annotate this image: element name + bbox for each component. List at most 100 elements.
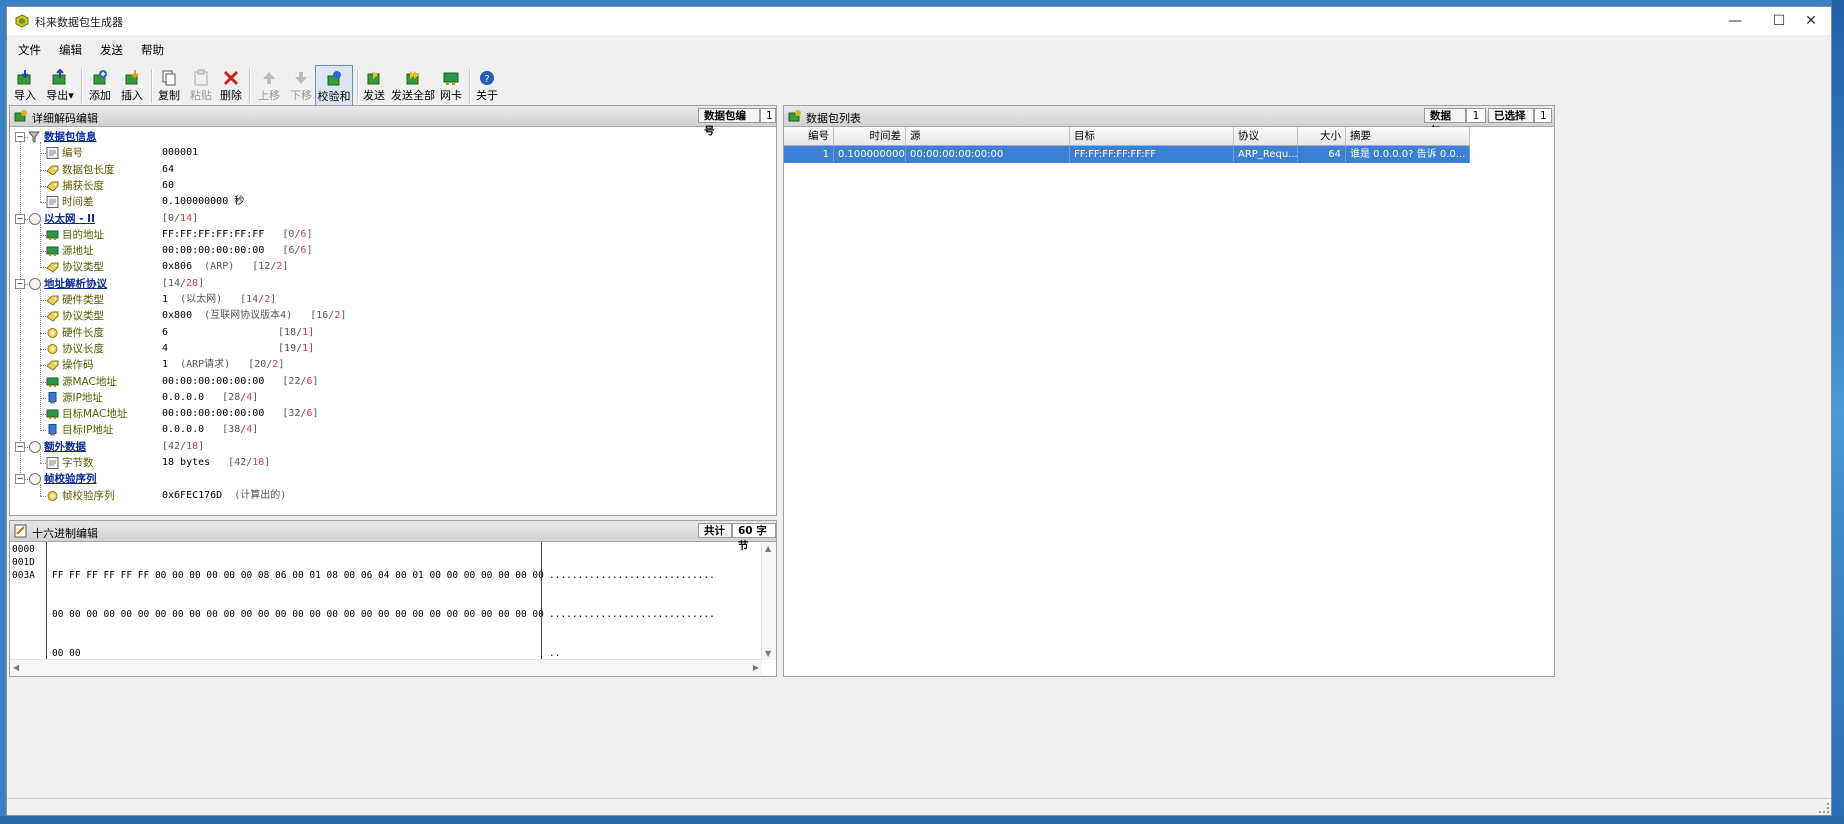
title-bar: 科来数据包生成器 — ☐ ✕ <box>7 7 1831 35</box>
resize-grip-icon[interactable] <box>1819 803 1829 813</box>
scroll-down-icon[interactable]: ▼ <box>765 649 771 658</box>
field-value[interactable]: 0.0.0.0 <box>162 392 204 403</box>
field-value[interactable]: 00:00:00:00:00:00 <box>162 408 264 419</box>
scroll-right-icon[interactable]: ▶ <box>753 663 759 672</box>
column-header-no[interactable]: 编号 <box>784 127 834 145</box>
tree-field-smac[interactable]: 源MAC地址 00:00:00:00:00:00 [22/6] <box>10 374 776 390</box>
column-header-size[interactable]: 大小 <box>1298 127 1346 145</box>
send-all-button[interactable]: 发送全部 <box>391 65 435 107</box>
field-value[interactable]: 0x800 <box>162 310 192 321</box>
menu-send[interactable]: 发送 <box>91 39 132 58</box>
field-value[interactable]: 00:00:00:00:00:00 <box>162 376 264 387</box>
menu-help[interactable]: 帮助 <box>132 39 173 58</box>
column-header-protocol[interactable]: 协议 <box>1234 127 1298 145</box>
tree-field-ethtype[interactable]: 协议类型 0x806 (ARP) [12/2] <box>10 259 776 275</box>
scroll-up-icon[interactable]: ▲ <box>765 544 771 553</box>
hex-view[interactable]: 0000 001D 003A FF FF FF FF FF FF 00 00 0… <box>10 542 776 676</box>
field-value[interactable]: 1 <box>162 359 168 370</box>
hex-horizontal-scrollbar[interactable]: ◀ ▶ <box>10 659 762 676</box>
ascii-row[interactable]: ............................. <box>549 569 715 582</box>
paste-button[interactable]: 粘贴 <box>189 65 213 107</box>
table-row[interactable]: 1 0.100000000 00:00:00:00:00:00 FF:FF:FF… <box>784 146 1470 163</box>
tree-field-plen[interactable]: 协议长度 4 [19/1] <box>10 341 776 357</box>
tree-field-tmac[interactable]: 目标MAC地址 00:00:00:00:00:00 [32/6] <box>10 406 776 422</box>
field-value[interactable]: 0.0.0.0 <box>162 424 204 435</box>
tree-field-op[interactable]: 操作码 1 (ARP请求) [20/2] <box>10 357 776 373</box>
field-value[interactable]: 6 <box>162 327 168 338</box>
hex-vertical-scrollbar[interactable]: ▲ ▼ <box>761 542 776 660</box>
move-up-button[interactable]: 上移 <box>255 65 283 107</box>
tree-field-src[interactable]: 源地址 00:00:00:00:00:00 [6/6] <box>10 243 776 259</box>
field-value[interactable]: 0x806 <box>162 261 192 272</box>
hex-offset: 0000 <box>12 544 35 555</box>
tree-field-hwtype[interactable]: 硬件类型 1 (以太网) [14/2] <box>10 292 776 308</box>
ascii-row[interactable]: ............................. <box>549 608 715 621</box>
add-button[interactable]: 添加 <box>87 65 113 107</box>
checksum-button[interactable]: 校验和 <box>315 65 353 107</box>
export-button[interactable]: 导出▾ <box>45 65 75 107</box>
insert-button[interactable]: 插入 <box>119 65 145 107</box>
field-value[interactable]: 0.100000000 秒 <box>162 196 244 207</box>
collapse-icon[interactable]: − <box>15 441 25 452</box>
hex-bytes[interactable]: FF FF FF FF FF FF 00 00 00 00 00 00 08 0… <box>52 543 544 676</box>
close-button[interactable]: ✕ <box>1789 7 1831 35</box>
decode-tree: − 数据包信息编号 000001 数据包长度 64 捕获长度 60 时间差 0.10000000… <box>10 127 776 515</box>
menu-edit[interactable]: 编辑 <box>50 39 91 58</box>
tree-field-no[interactable]: 编号 000001 <box>10 145 776 161</box>
field-value[interactable]: 00:00:00:00:00:00 <box>162 245 264 256</box>
tree-field-fcsval[interactable]: 帧校验序列 0x6FEC176D (计算出的) <box>10 488 776 504</box>
column-header-summary[interactable]: 摘要 <box>1346 127 1470 145</box>
tree-field-bytes[interactable]: 字节数 18 bytes [42/18] <box>10 455 776 471</box>
packets-count-label: 数据包 <box>1424 108 1466 137</box>
cell-summary: 谁是 0.0.0.0? 告诉 0.0... <box>1346 146 1470 163</box>
collapse-icon[interactable]: − <box>15 132 25 142</box>
field-value[interactable]: 4 <box>162 343 168 354</box>
collapse-icon[interactable]: − <box>15 474 25 485</box>
tree-field-sip[interactable]: 源IP地址 0.0.0.0 [28/4] <box>10 390 776 406</box>
field-range: [16/2] <box>310 310 347 322</box>
tree-field-ptype[interactable]: 协议类型 0x800 (互联网协议版本4) [16/2] <box>10 308 776 324</box>
tree-section-pktinfo[interactable]: − 数据包信息 <box>10 129 776 145</box>
field-value[interactable]: 1 <box>162 294 168 305</box>
tree-field-dst[interactable]: 目的地址 FF:FF:FF:FF:FF:FF [0/6] <box>10 227 776 243</box>
tree-field-caplen[interactable]: 捕获长度 60 <box>10 178 776 194</box>
tree-section-eth[interactable]: − 以太网 - II [0/14] <box>10 211 776 227</box>
tree-section-extra[interactable]: − 额外数据 [42/18] <box>10 439 776 455</box>
delete-button[interactable]: 删除 <box>219 65 243 107</box>
field-value[interactable]: 18 bytes <box>162 457 210 468</box>
scroll-left-icon[interactable]: ◀ <box>13 663 19 672</box>
section-label: 数据包信息 <box>44 131 97 143</box>
field-value[interactable]: 0x6FEC176D <box>162 490 222 501</box>
field-value[interactable]: FF:FF:FF:FF:FF:FF <box>162 229 264 240</box>
packet-number-value[interactable]: 1 <box>760 108 776 123</box>
tree-section-arp[interactable]: − 地址解析协议 [14/28] <box>10 276 776 292</box>
nic-button[interactable]: 网卡 <box>439 65 463 107</box>
tree-field-hwlen[interactable]: 硬件长度 6 [18/1] <box>10 325 776 341</box>
field-value[interactable]: 60 <box>162 180 174 191</box>
hex-row[interactable]: FF FF FF FF FF FF 00 00 00 00 00 00 08 0… <box>52 569 544 582</box>
column-header-source[interactable]: 源 <box>906 127 1070 145</box>
field-value[interactable]: 64 <box>162 164 174 175</box>
tree-section-fcs[interactable]: − 帧校验序列 <box>10 471 776 487</box>
tree-field-tip[interactable]: 目标IP地址 0.0.0.0 [38/4] <box>10 422 776 438</box>
field-label: 操作码 <box>62 359 94 372</box>
import-button[interactable]: 导入 <box>13 65 37 107</box>
tree-field-pktlen[interactable]: 数据包长度 64 <box>10 162 776 178</box>
packet-list-icon <box>788 110 801 122</box>
copy-button[interactable]: 复制 <box>157 65 181 107</box>
send-button[interactable]: 发送 <box>361 65 387 107</box>
collapse-icon[interactable]: − <box>15 213 25 224</box>
taskbar-edge <box>0 816 1844 824</box>
collapse-icon[interactable]: − <box>15 278 25 289</box>
move-down-button[interactable]: 下移 <box>287 65 315 107</box>
minimize-button[interactable]: — <box>1713 7 1757 35</box>
tree-field-delta[interactable]: 时间差 0.100000000 秒 <box>10 194 776 210</box>
hex-offsets: 0000 001D 003A <box>12 543 35 582</box>
hex-row[interactable]: 00 00 00 00 00 00 00 00 00 00 00 00 00 0… <box>52 608 544 621</box>
menu-file[interactable]: 文件 <box>7 39 50 58</box>
field-value[interactable]: 000001 <box>162 147 198 158</box>
ascii-column[interactable]: ............................. ..........… <box>549 543 715 676</box>
about-button[interactable]: ? 关于 <box>475 65 499 107</box>
column-header-delta[interactable]: 时间差 <box>834 127 906 145</box>
column-header-destination[interactable]: 目标 <box>1070 127 1234 145</box>
